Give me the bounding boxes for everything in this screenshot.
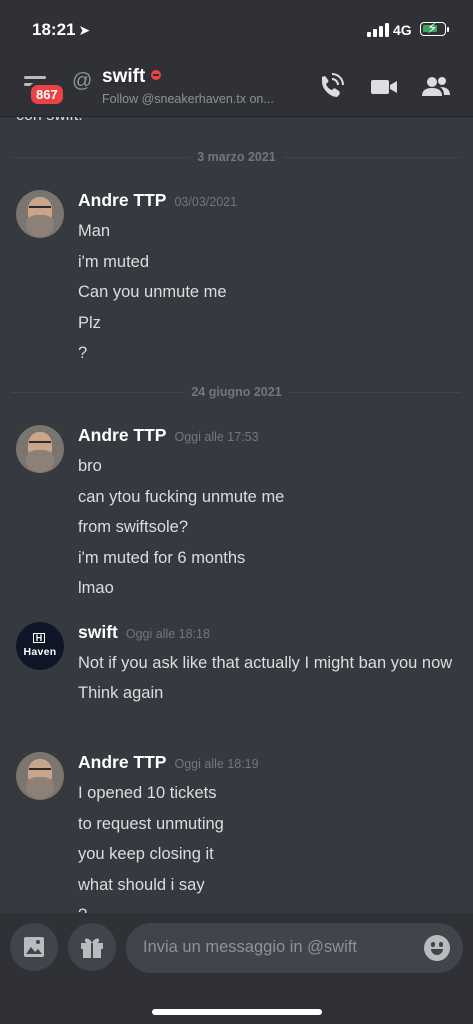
message-input[interactable]: Invia un messaggio in @swift [126, 923, 463, 973]
emoji-icon[interactable] [424, 935, 450, 961]
avatar[interactable] [16, 425, 64, 473]
channel-header: 867 @ swift Follow @sneakerhaven.tx on..… [0, 60, 473, 117]
message-text[interactable]: ? [78, 338, 463, 369]
message-text[interactable]: Think again [78, 678, 463, 709]
channel-title[interactable]: swift [102, 66, 162, 88]
date-divider: 24 giugno 2021 [12, 385, 461, 399]
dnd-status-icon [151, 70, 162, 80]
message-text[interactable]: I opened 10 tickets [78, 778, 463, 809]
message-text[interactable]: you keep closing it [78, 839, 463, 870]
home-indicator[interactable] [152, 1009, 322, 1015]
haven-logo-icon: H [33, 633, 45, 643]
signal-icon [367, 23, 389, 37]
message-text[interactable]: Not if you ask like that actually I migh… [78, 651, 463, 677]
gift-button[interactable] [68, 923, 116, 971]
avatar[interactable] [16, 190, 64, 238]
message-text[interactable]: what should i say [78, 870, 463, 901]
unread-badge[interactable]: 867 [28, 82, 66, 107]
battery-cap [447, 27, 449, 32]
message-timestamp: Oggi alle 18:19 [174, 757, 259, 771]
avatar-logo-text: Haven [23, 646, 57, 658]
author-name[interactable]: Andre TTP Oggi alle 18:19 [78, 752, 259, 773]
avatar[interactable] [16, 752, 64, 800]
location-arrow-icon: ➤ [78, 22, 91, 38]
charging-bolt-icon: ⚡ [427, 20, 438, 37]
message-text[interactable]: from swiftsole? [78, 512, 463, 543]
channel-subtitle[interactable]: Follow @sneakerhaven.tx on... [102, 92, 274, 106]
attach-image-button[interactable] [10, 923, 58, 971]
message-list[interactable]: con swift. 3 marzo 2021 Andre TTP03/03/2… [0, 117, 473, 913]
voice-call-icon[interactable] [315, 72, 345, 102]
message-text[interactable]: Man [78, 216, 463, 247]
members-icon[interactable] [421, 72, 451, 102]
network-type: 4G [393, 22, 412, 38]
date-divider: 3 marzo 2021 [12, 150, 461, 164]
author-name[interactable]: swift Oggi alle 18:18 [78, 622, 210, 643]
message-timestamp: Oggi alle 17:53 [174, 430, 259, 444]
status-bar: 18:21 ➤ 4G ⚡ [0, 0, 473, 60]
author-name[interactable]: Andre TTP 03/03/2021 [78, 190, 237, 211]
message-timestamp: 03/03/2021 [174, 195, 238, 209]
message-text[interactable]: Can you unmute me [78, 277, 463, 308]
message-text[interactable]: can ytou fucking unmute me [78, 482, 463, 513]
message-text[interactable]: to request unmuting [78, 809, 463, 840]
video-call-icon[interactable] [369, 72, 399, 102]
message-input-placeholder: Invia un messaggio in @swift [143, 938, 357, 956]
message-composer: Invia un messaggio in @swift [0, 913, 473, 1024]
gift-icon [81, 938, 103, 958]
message-text[interactable]: lmao [78, 573, 463, 604]
status-time: 18:21 ➤ [32, 20, 91, 39]
at-icon: @ [72, 70, 93, 92]
message-text[interactable]: Plz [78, 308, 463, 339]
author-name[interactable]: Andre TTP Oggi alle 17:53 [78, 425, 259, 446]
message-text[interactable]: bro [78, 451, 463, 482]
previous-message-tail: con swift. [16, 117, 83, 125]
message-text[interactable]: i'm muted [78, 247, 463, 278]
image-icon [24, 937, 44, 957]
message-timestamp: Oggi alle 18:18 [125, 627, 210, 641]
message-text[interactable]: i'm muted for 6 months [78, 543, 463, 574]
message-text[interactable]: ? [78, 900, 463, 913]
avatar[interactable]: H Haven [16, 622, 64, 670]
